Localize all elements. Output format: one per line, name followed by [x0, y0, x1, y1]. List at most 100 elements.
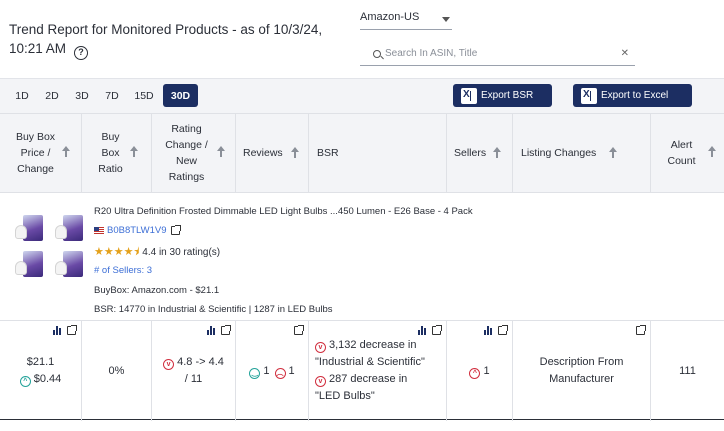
report-header: Trend Report for Monitored Products - as…	[0, 0, 724, 78]
col-buybox-price[interactable]: Buy Box Price / Change	[0, 114, 82, 192]
marketplace-value: Amazon-US	[360, 11, 420, 23]
search-box: ✕	[360, 44, 635, 66]
arrow-up-icon: ^	[469, 367, 481, 379]
cell-sellers: ^ 1	[447, 321, 513, 421]
bsr-change-1: 3,132 decrease in	[329, 339, 417, 351]
buybox-change-value: $0.44	[33, 373, 62, 385]
export-excel-label: Export to Excel	[601, 90, 669, 101]
rating-change-value: 4.8 -> 4.4	[177, 356, 224, 368]
col-label: Reviews	[243, 147, 283, 159]
external-link-icon[interactable]	[294, 325, 304, 335]
cell-rating-change: v 4.8 -> 4.4 / 11	[152, 321, 236, 421]
bulb-image	[53, 213, 85, 245]
chevron-down-icon	[442, 17, 450, 22]
range-30d-button[interactable]: 30D	[163, 84, 198, 107]
col-reviews[interactable]: Reviews	[236, 114, 309, 192]
bulb-image	[13, 213, 45, 245]
bar-chart-icon[interactable]	[53, 326, 63, 335]
excel-icon	[461, 87, 477, 104]
range-3d-button[interactable]: 3D	[69, 84, 95, 107]
close-icon[interactable]: ✕	[621, 48, 629, 59]
alert-count-value: 111	[679, 364, 696, 377]
product-rating: ★★★★⯨ 4.4 in 30 rating(s)	[94, 243, 220, 262]
product-info: R20 Ultra Definition Frosted Dimmable LE…	[0, 193, 724, 320]
arrow-down-icon: v	[315, 376, 326, 387]
cell-listing-changes: Description From Manufacturer	[513, 321, 651, 421]
external-link-icon[interactable]	[67, 325, 77, 335]
external-link-icon[interactable]	[432, 325, 442, 335]
col-label: Alert Count	[667, 139, 696, 167]
col-sellers[interactable]: Sellers	[447, 114, 513, 192]
col-label: Listing Changes	[521, 147, 597, 159]
bsr-info: BSR: 14770 in Industrial & Scientific | …	[94, 304, 333, 315]
marketplace-select[interactable]: Amazon-US	[360, 8, 452, 30]
sort-arrow-icon[interactable]	[609, 147, 617, 159]
external-link-icon[interactable]	[636, 325, 646, 335]
sort-arrow-icon[interactable]	[708, 146, 716, 158]
bar-chart-icon[interactable]	[418, 326, 428, 335]
asin-text: B0B8TLW1V9	[107, 225, 167, 236]
us-flag-icon	[94, 227, 104, 234]
bsr-change-2: 287 decrease in	[329, 373, 408, 385]
sort-arrow-icon[interactable]	[291, 147, 299, 159]
sort-arrow-icon[interactable]	[217, 146, 225, 158]
positive-reviews-value: 1	[263, 364, 270, 377]
range-1d-button[interactable]: 1D	[9, 84, 35, 107]
col-label: Buy Box Price / Change	[15, 131, 56, 175]
table-row: $21.1 ^ $0.44 0% v 4.8 -> 4.4 / 11 ‿ 1 ︵ 1	[0, 320, 724, 421]
col-label: BSR	[317, 147, 339, 159]
sort-arrow-icon[interactable]	[493, 147, 501, 159]
negative-reviews-value: 1	[288, 364, 295, 377]
smile-icon: ‿	[249, 367, 261, 379]
bar-chart-icon[interactable]	[484, 326, 494, 335]
external-link-icon[interactable]	[170, 225, 181, 235]
search-icon	[373, 50, 381, 58]
table-header: Buy Box Price / Change Buy Box Ratio Rat…	[0, 113, 724, 193]
export-excel-button[interactable]: Export to Excel	[573, 84, 692, 107]
col-label: Rating Change / New Ratings	[165, 123, 208, 183]
range-7d-button[interactable]: 7D	[99, 84, 125, 107]
page-title-text: Trend Report for Monitored Products - as…	[9, 22, 323, 56]
col-rating-change[interactable]: Rating Change / New Ratings	[152, 114, 236, 192]
col-label: Sellers	[454, 147, 487, 159]
buybox-ratio-value: 0%	[108, 364, 125, 377]
product-asin-link[interactable]: B0B8TLW1V9	[94, 225, 181, 236]
col-alert-count[interactable]: Alert Count	[651, 114, 724, 192]
col-bsr[interactable]: BSR	[309, 114, 447, 192]
cell-bsr: v 3,132 decrease in "Industrial & Scienti…	[309, 321, 447, 421]
col-buybox-ratio[interactable]: Buy Box Ratio	[82, 114, 152, 192]
product-title: R20 Ultra Definition Frosted Dimmable LE…	[94, 206, 473, 217]
arrow-down-icon: v	[315, 342, 326, 353]
cell-reviews: ‿ 1 ︵ 1	[236, 321, 309, 421]
export-bsr-button[interactable]: Export BSR	[453, 84, 552, 107]
range-15d-button[interactable]: 15D	[129, 84, 159, 107]
sort-arrow-icon[interactable]	[62, 146, 70, 158]
sellers-link[interactable]: # of Sellers: 3	[94, 265, 152, 276]
external-link-icon[interactable]	[498, 325, 508, 335]
new-ratings-value: / 11	[184, 373, 203, 385]
sort-arrow-icon[interactable]	[130, 146, 138, 158]
export-bsr-label: Export BSR	[481, 90, 534, 101]
bar-chart-icon[interactable]	[207, 326, 217, 335]
page-title: Trend Report for Monitored Products - as…	[9, 20, 349, 60]
cell-buybox-ratio: 0%	[82, 321, 152, 421]
bulb-image	[53, 249, 85, 281]
cell-buybox-price: $21.1 ^ $0.44	[0, 321, 82, 421]
sellers-change-value: 1	[483, 364, 490, 377]
external-link-icon[interactable]	[221, 325, 231, 335]
excel-icon	[581, 87, 597, 104]
search-input[interactable]	[385, 48, 615, 59]
bsr-category-2: "LED Bulbs"	[315, 390, 375, 402]
bsr-category-1: "Industrial & Scientific"	[315, 356, 425, 368]
range-2d-button[interactable]: 2D	[39, 84, 65, 107]
col-listing-changes[interactable]: Listing Changes	[513, 114, 651, 192]
buybox-price-value: $21.1	[26, 356, 55, 368]
star-rating-icon: ★★★★⯨	[94, 246, 140, 258]
buybox-info: BuyBox: Amazon.com - $21.1	[94, 285, 220, 296]
arrow-down-icon: v	[163, 359, 175, 370]
cell-alert-count: 111	[651, 321, 724, 421]
bulb-image	[13, 249, 45, 281]
question-circle-icon[interactable]: ?	[74, 45, 89, 60]
product-image[interactable]	[13, 213, 87, 285]
rating-text: 4.4 in 30 rating(s)	[142, 247, 221, 258]
